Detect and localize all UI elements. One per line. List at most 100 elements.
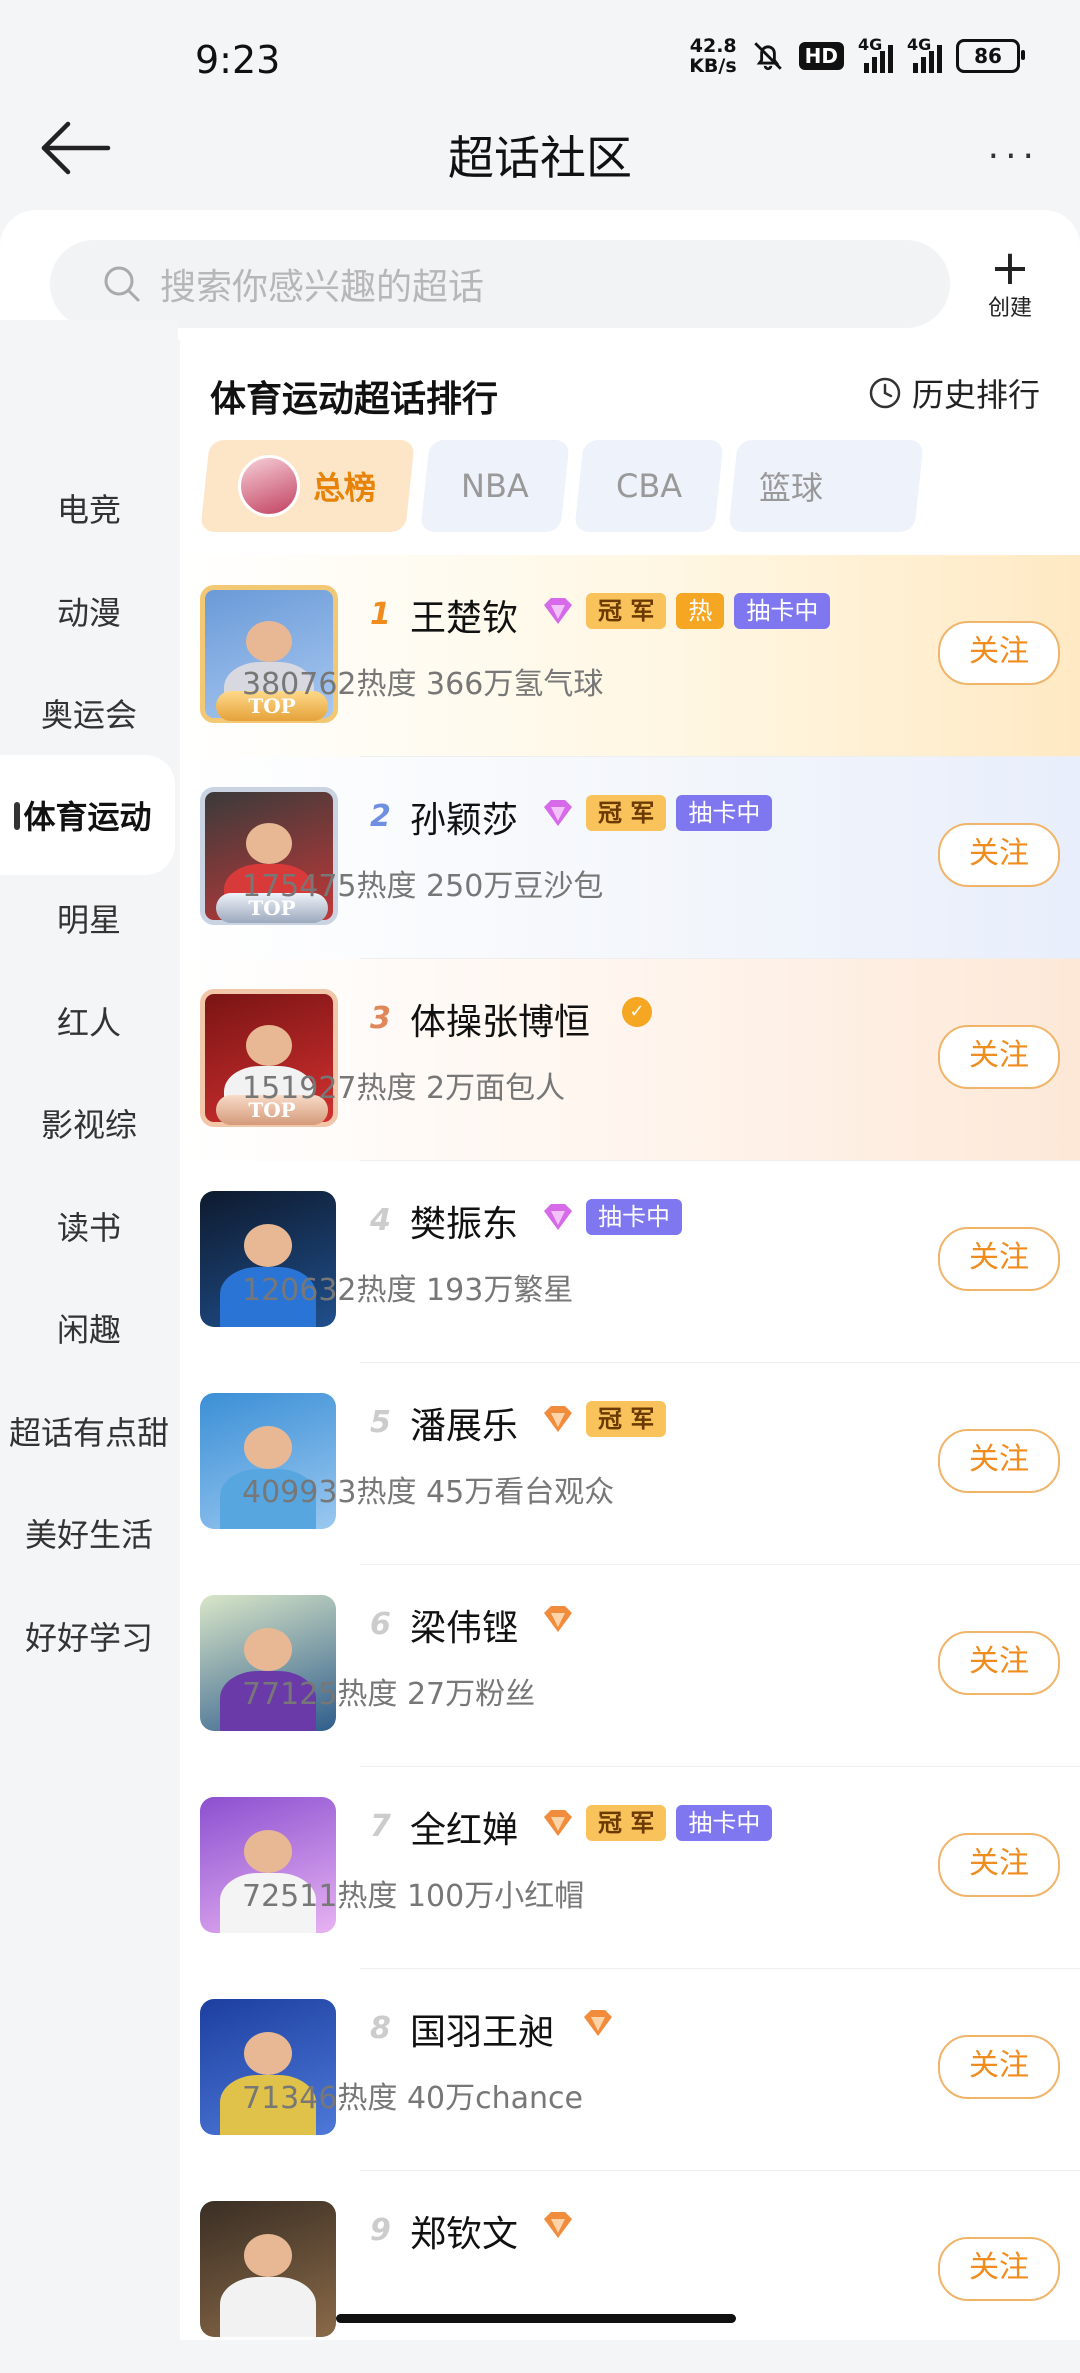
follow-button[interactable]: 关注	[938, 2035, 1060, 2099]
status-icons: 42.8 KB/s HD 4G 4G 86	[689, 35, 1025, 76]
category-sidebar: 电竞 动漫 奥运会 体育运动 明星 红人 影视综 读书 闲趣 超话有点甜 美好生…	[0, 320, 178, 2340]
more-button[interactable]: ···	[988, 136, 1040, 177]
signal-label: 4G	[907, 35, 932, 54]
diamond-icon	[544, 1810, 572, 1836]
card-draw-tag: 抽卡中	[676, 1805, 773, 1841]
table-row[interactable]: TOP 2 孙颖莎 冠 军 抽卡中 175475热度 250万豆沙包 关注	[180, 757, 1080, 959]
create-label: 创建	[987, 296, 1032, 321]
follow-button[interactable]: 关注	[938, 823, 1060, 887]
home-indicator[interactable]	[336, 2314, 736, 2323]
champion-tag: 冠 军	[586, 1401, 667, 1437]
rank-number: 3	[370, 1001, 391, 1036]
bell-off-icon	[753, 42, 782, 71]
search-placeholder: 搜索你感兴趣的超话	[160, 267, 485, 308]
topic-stats: 409933热度 45万看台观众	[242, 1475, 615, 1510]
topic-name: 全红婵	[410, 1810, 519, 1851]
tag-group	[540, 2209, 576, 2241]
battery-icon: 86	[956, 39, 1025, 73]
sidebar-item-sports[interactable]: 体育运动	[0, 755, 175, 875]
sidebar-item-esports[interactable]: 电竞	[0, 485, 178, 531]
champion-tag: 冠 军	[586, 1805, 667, 1841]
follow-button[interactable]: 关注	[938, 1429, 1060, 1493]
sidebar-item-anime[interactable]: 动漫	[0, 588, 178, 634]
topic-name: 郑钦文	[410, 2214, 519, 2255]
rank-number: 4	[370, 1203, 391, 1238]
rank-number: 5	[370, 1405, 391, 1440]
avatar	[200, 1797, 340, 1937]
diamond-icon	[584, 2010, 612, 2036]
card-draw-tag: 抽卡中	[734, 593, 831, 629]
topic-stats: 380762热度 366万氢气球	[242, 667, 604, 702]
sidebar-item-reading[interactable]: 读书	[0, 1203, 178, 1249]
tag-group: 冠 军 热 抽卡中	[540, 593, 831, 629]
network-speed: 42.8 KB/s	[689, 36, 736, 76]
create-button[interactable]: + 创建	[970, 244, 1050, 322]
topic-name: 孙颖莎	[410, 800, 519, 841]
sidebar-item-leisure[interactable]: 闲趣	[0, 1305, 178, 1351]
topic-stats: 72511热度 100万小红帽	[242, 1879, 585, 1914]
rank-number: 2	[370, 799, 391, 834]
topic-name: 潘展乐	[410, 1406, 519, 1447]
table-row[interactable]: 4 樊振东 抽卡中 120632热度 193万繁星 关注	[180, 1161, 1080, 1363]
tab-label: CBA	[615, 467, 683, 505]
follow-button[interactable]: 关注	[938, 621, 1060, 685]
table-row[interactable]: 7 全红婵 冠 军 抽卡中 72511热度 100万小红帽 关注	[180, 1767, 1080, 1969]
topic-stats: 175475热度 250万豆沙包	[242, 869, 604, 904]
sidebar-item-influencers[interactable]: 红人	[0, 998, 178, 1044]
avatar-image	[200, 2201, 336, 2337]
network-speed-unit: KB/s	[689, 55, 737, 77]
tag-group: 冠 军 抽卡中	[540, 1805, 773, 1841]
topic-stats: 151927热度 2万面包人	[242, 1071, 566, 1106]
rank-number: 8	[370, 2011, 391, 2046]
champion-tag: 冠 军	[586, 593, 667, 629]
avatar: TOP	[200, 989, 340, 1129]
sidebar-item-sweet[interactable]: 超话有点甜	[0, 1408, 178, 1454]
tab-nba[interactable]: NBA	[420, 440, 570, 532]
sidebar-item-life[interactable]: 美好生活	[0, 1510, 178, 1556]
follow-button[interactable]: 关注	[938, 1833, 1060, 1897]
battery-level: 86	[974, 44, 1002, 68]
tab-label: 总榜	[310, 469, 379, 507]
table-row[interactable]: 9 郑钦文 关注	[180, 2171, 1080, 2373]
follow-button[interactable]: 关注	[938, 1227, 1060, 1291]
history-label: 历史排行	[911, 376, 1040, 414]
diamond-icon	[544, 1204, 572, 1230]
network-speed-value: 42.8	[689, 35, 737, 57]
tab-cba[interactable]: CBA	[574, 440, 724, 532]
sidebar-item-study[interactable]: 好好学习	[0, 1613, 178, 1659]
nav-bar: 超话社区 ···	[0, 100, 1080, 200]
table-row[interactable]: 5 潘展乐 冠 军 409933热度 45万看台观众 关注	[180, 1363, 1080, 1565]
search-input[interactable]: 搜索你感兴趣的超话	[50, 240, 950, 328]
card-draw-tag: 抽卡中	[676, 795, 773, 831]
active-indicator	[14, 802, 20, 830]
avatar	[200, 2201, 340, 2341]
avatar	[200, 1999, 340, 2139]
rank-number: 6	[370, 1607, 391, 1642]
hd-voice-badge: HD	[798, 42, 844, 70]
sidebar-item-olympics[interactable]: 奥运会	[0, 690, 178, 736]
topic-stats: 77125热度 27万粉丝	[242, 1677, 536, 1712]
follow-button[interactable]: 关注	[938, 1025, 1060, 1089]
diamond-icon	[544, 598, 572, 624]
table-row[interactable]: TOP 3 体操张博恒 ✓ 151927热度 2万面包人 关注	[180, 959, 1080, 1161]
sidebar-item-film-tv[interactable]: 影视综	[0, 1100, 178, 1146]
tab-overall[interactable]: 总榜	[200, 440, 415, 532]
topic-stats: 120632热度 193万繁星	[242, 1273, 574, 1308]
clock-icon	[869, 377, 901, 409]
table-row[interactable]: TOP 1 王楚钦 冠 军 热 抽卡中 380762热度 366万氢气球 关注	[180, 555, 1080, 757]
signal-icon: 4G	[858, 35, 893, 73]
tag-group: 冠 军 抽卡中	[540, 795, 773, 831]
ranking-tabs: 总榜 NBA CBA 篮球	[200, 440, 1080, 532]
history-ranking-button[interactable]: 历史排行	[868, 370, 1040, 416]
signal-label: 4G	[858, 35, 883, 54]
tag-group	[580, 2007, 616, 2039]
topic-name: 梁伟铿	[410, 1608, 519, 1649]
avatar	[200, 1595, 340, 1735]
sidebar-item-stars[interactable]: 明星	[0, 895, 178, 941]
follow-button[interactable]: 关注	[938, 2237, 1060, 2301]
follow-button[interactable]: 关注	[938, 1631, 1060, 1695]
table-row[interactable]: 8 国羽王昶 71346热度 40万chance 关注	[180, 1969, 1080, 2171]
verified-icon: ✓	[622, 997, 652, 1027]
table-row[interactable]: 6 梁伟铿 77125热度 27万粉丝 关注	[180, 1565, 1080, 1767]
tab-basketball[interactable]: 篮球	[728, 440, 924, 532]
